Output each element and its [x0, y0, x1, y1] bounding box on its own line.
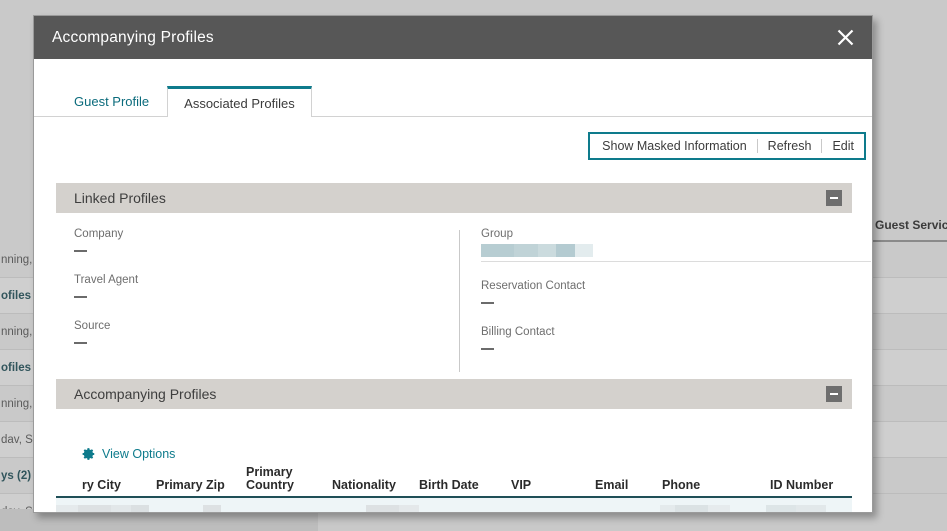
- masked-cell: [111, 505, 149, 512]
- background-right-rows: [872, 242, 947, 531]
- action-label: Refresh: [767, 139, 812, 153]
- action-label: Show Masked Information: [602, 139, 747, 153]
- dialog-title: Accompanying Profiles: [52, 28, 214, 46]
- linked-profiles-left-column: Company Travel Agent Source: [74, 228, 454, 366]
- background-row: [872, 314, 947, 350]
- tab-label: Guest Profile: [74, 93, 150, 109]
- field-label: Travel Agent: [74, 274, 139, 286]
- field-company: Company: [74, 228, 454, 256]
- accompanying-profiles-section-header: Accompanying Profiles: [56, 379, 852, 409]
- accompanying-profiles-dialog: Accompanying Profiles Guest Profile Asso…: [33, 15, 873, 513]
- table-column-header[interactable]: ry City: [82, 479, 121, 492]
- background-row: [872, 422, 947, 458]
- background-row: [872, 386, 947, 422]
- background-row: [872, 278, 947, 314]
- masked-cell: [203, 505, 221, 512]
- dialog-tabs: Guest Profile Associated Profiles: [34, 75, 872, 117]
- table-column-header[interactable]: Email: [595, 479, 628, 492]
- dialog-titlebar: Accompanying Profiles: [34, 16, 872, 59]
- collapse-icon[interactable]: [826, 190, 842, 206]
- field-value: [74, 290, 454, 302]
- tab-guest-profile[interactable]: Guest Profile: [56, 86, 167, 116]
- table-column-header[interactable]: Phone: [662, 479, 700, 492]
- refresh-button[interactable]: Refresh: [758, 134, 822, 158]
- field-billing-contact: Billing Contact: [481, 326, 871, 354]
- table-column-header[interactable]: VIP: [511, 479, 531, 492]
- field-value: [481, 296, 871, 308]
- table-column-header[interactable]: Nationality: [332, 479, 396, 492]
- field-group: Group: [481, 228, 871, 262]
- table-row[interactable]: [56, 498, 852, 512]
- action-label: Edit: [832, 139, 854, 153]
- edit-button[interactable]: Edit: [822, 134, 864, 158]
- view-options-label: View Options: [102, 447, 176, 461]
- background-row: [872, 350, 947, 386]
- tab-label: Associated Profiles: [184, 95, 295, 111]
- tab-associated-profiles[interactable]: Associated Profiles: [167, 86, 312, 117]
- field-value: [481, 342, 871, 354]
- section-title: Linked Profiles: [74, 190, 166, 206]
- field-reservation-contact: Reservation Contact: [481, 280, 871, 308]
- table-column-header[interactable]: Primary Zip: [156, 479, 225, 492]
- masked-cell: [366, 505, 419, 512]
- table-column-header[interactable]: Primary Country: [246, 466, 294, 492]
- field-label: Company: [74, 228, 124, 240]
- field-label: Source: [74, 320, 111, 332]
- table-column-header[interactable]: Birth Date: [419, 479, 479, 492]
- masked-cell: [660, 505, 730, 512]
- action-toolbar: Show Masked Information Refresh Edit: [588, 132, 866, 160]
- show-masked-information-button[interactable]: Show Masked Information: [590, 134, 757, 158]
- linked-profiles-body: Company Travel Agent Source Group Reserv…: [56, 228, 871, 373]
- background-right-column-header: Guest Servic: [872, 190, 947, 242]
- field-source: Source: [74, 320, 454, 348]
- background-row: [872, 458, 947, 494]
- field-label: Billing Contact: [481, 326, 555, 338]
- table-column-header[interactable]: ID Number: [770, 479, 833, 492]
- field-label: Reservation Contact: [481, 280, 586, 292]
- background-row: [872, 242, 947, 278]
- linked-profiles-right-column: Group Reservation Contact Billing Contac…: [481, 228, 871, 372]
- column-divider: [459, 230, 460, 372]
- collapse-icon[interactable]: [826, 386, 842, 402]
- close-icon[interactable]: [828, 21, 862, 55]
- section-title: Accompanying Profiles: [74, 386, 217, 402]
- linked-profiles-section-header: Linked Profiles: [56, 183, 852, 213]
- masked-value: [481, 244, 871, 257]
- field-travel-agent: Travel Agent: [74, 274, 454, 302]
- field-underline: [481, 261, 871, 262]
- view-options-button[interactable]: View Options: [82, 447, 175, 461]
- gear-icon: [82, 447, 96, 461]
- accompanying-profiles-table: ry City Primary Zip Primary Country Nationa…: [56, 466, 852, 512]
- dialog-body: Guest Profile Associated Profiles Show M…: [34, 59, 872, 512]
- field-label: Group: [481, 228, 513, 240]
- masked-cell: [766, 505, 826, 512]
- table-header-row: ry City Primary Zip Primary Country Nationa…: [56, 466, 852, 498]
- field-value: [74, 336, 454, 348]
- field-value: [74, 244, 454, 256]
- masked-cell: [56, 505, 112, 512]
